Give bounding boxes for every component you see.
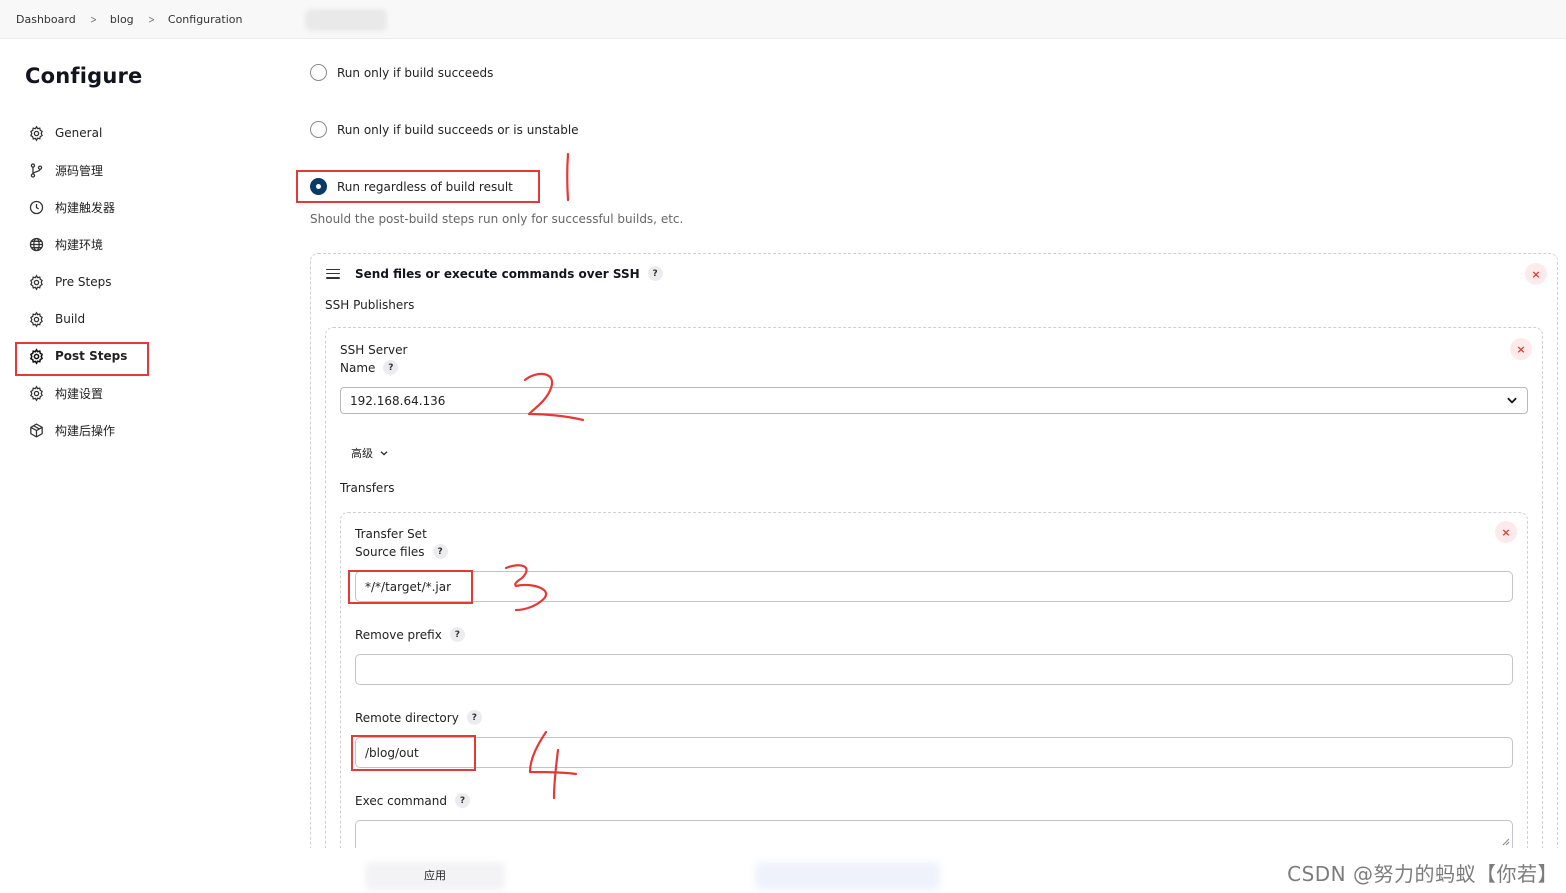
ssh-server-name-select[interactable]: 192.168.64.136 <box>340 387 1528 414</box>
ssh-step-title: Send files or execute commands over SSH <box>355 266 640 281</box>
sidebar-item-build-settings[interactable]: 构建设置 <box>27 382 103 404</box>
annotation-highlight-box <box>351 735 476 771</box>
git-branch-icon <box>27 161 45 179</box>
sidebar-item-label: Build <box>55 312 86 326</box>
annotation-highlight-box <box>296 170 540 203</box>
radio-label: Run only if build succeeds or is unstabl… <box>337 122 579 137</box>
name-label-text: Name <box>340 360 376 375</box>
save-button-blurred[interactable] <box>755 862 940 890</box>
breadcrumb-dashboard[interactable]: Dashboard <box>16 13 76 26</box>
close-icon[interactable]: × <box>1525 263 1547 285</box>
ssh-step-header: Send files or execute commands over SSH … <box>326 266 663 281</box>
remove-prefix-label-text: Remove prefix <box>355 627 442 642</box>
help-icon[interactable]: ? <box>449 627 465 642</box>
help-icon[interactable]: ? <box>455 793 471 808</box>
name-field-label: Name ? <box>340 360 399 375</box>
gear-icon <box>27 310 45 328</box>
breadcrumb: Dashboard > blog > Configuration <box>0 0 1566 39</box>
sidebar-item-label: General <box>55 126 103 140</box>
transfers-label: Transfers <box>340 481 395 495</box>
remote-directory-field-label: Remote directory ? <box>355 710 482 725</box>
apply-button[interactable]: 应用 <box>360 860 510 890</box>
exec-command-label-text: Exec command <box>355 793 448 808</box>
help-icon[interactable]: ? <box>432 544 448 559</box>
sidebar-item-label: 构建后操作 <box>55 423 116 438</box>
transfer-set-label: Transfer Set <box>355 527 427 541</box>
radio-label: Run only if build succeeds <box>337 65 494 80</box>
radio-run-if-success-or-unstable[interactable]: Run only if build succeeds or is unstabl… <box>310 121 579 138</box>
sidebar-item-build-environment[interactable]: 构建环境 <box>27 233 103 255</box>
sidebar-item-source-control[interactable]: 源码管理 <box>27 159 103 181</box>
annotation-highlight-box <box>348 570 473 604</box>
transfer-set-card <box>340 512 1528 872</box>
gear-icon <box>27 273 45 291</box>
page-title: Configure <box>25 64 143 88</box>
post-steps-help-text: Should the post-build steps run only for… <box>310 212 684 226</box>
chevron-down-icon <box>1507 397 1517 404</box>
radio-run-if-success[interactable]: Run only if build succeeds <box>310 64 493 81</box>
help-icon[interactable]: ? <box>647 266 663 281</box>
globe-icon <box>27 235 45 253</box>
radio-button[interactable] <box>310 64 327 81</box>
sidebar-item-pre-steps[interactable]: Pre Steps <box>27 271 111 293</box>
advanced-toggle-button[interactable]: 高级 <box>351 445 389 461</box>
sidebar-item-build-triggers[interactable]: 构建触发器 <box>27 196 115 218</box>
sidebar-item-post-build-actions[interactable]: 构建后操作 <box>27 419 115 441</box>
exec-command-textarea[interactable] <box>355 820 1513 848</box>
source-files-input[interactable]: */*/target/*.jar <box>355 571 1513 602</box>
exec-command-field-label: Exec command ? <box>355 793 471 808</box>
sidebar-item-build[interactable]: Build <box>27 308 85 330</box>
sidebar-item-label: 构建环境 <box>55 237 104 252</box>
clock-icon <box>27 198 45 216</box>
remove-prefix-input[interactable] <box>355 654 1513 685</box>
ssh-server-label: SSH Server <box>340 343 408 357</box>
sidebar-item-label: 构建触发器 <box>55 200 116 215</box>
gear-icon <box>27 124 45 142</box>
sidebar-item-general[interactable]: General <box>27 122 102 144</box>
sidebar-item-label: 源码管理 <box>55 163 104 178</box>
chevron-right-icon: > <box>90 12 97 26</box>
box-icon <box>27 421 45 439</box>
remote-directory-input[interactable]: /blog/out <box>355 737 1513 768</box>
close-icon[interactable]: × <box>1495 521 1517 543</box>
sidebar-item-label: Pre Steps <box>55 275 112 289</box>
source-files-field-label: Source files ? <box>355 544 448 559</box>
chevron-right-icon: > <box>148 12 155 26</box>
sidebar-item-label: 构建设置 <box>55 386 104 401</box>
annotation-number-1 <box>566 152 570 202</box>
help-icon[interactable]: ? <box>383 360 399 375</box>
breadcrumb-blog[interactable]: blog <box>110 13 134 26</box>
remove-prefix-field-label: Remove prefix ? <box>355 627 465 642</box>
radio-button[interactable] <box>310 121 327 138</box>
resize-grip-icon[interactable] <box>1502 838 1510 846</box>
ssh-publishers-label: SSH Publishers <box>325 298 415 312</box>
advanced-label: 高级 <box>351 447 373 460</box>
drag-handle-icon[interactable] <box>326 268 340 279</box>
blurred-header-element <box>305 9 387 31</box>
help-icon[interactable]: ? <box>466 710 482 725</box>
annotation-highlight-box <box>15 342 149 376</box>
watermark-text: CSDN @努力的蚂蚁【你若】 <box>1287 862 1558 886</box>
remote-directory-label-text: Remote directory <box>355 710 459 725</box>
selected-server: 192.168.64.136 <box>350 393 446 408</box>
gear-icon <box>27 384 45 402</box>
source-files-label-text: Source files <box>355 544 425 559</box>
close-icon[interactable]: × <box>1510 338 1532 360</box>
breadcrumb-configuration[interactable]: Configuration <box>168 13 243 26</box>
chevron-down-icon <box>380 451 388 456</box>
